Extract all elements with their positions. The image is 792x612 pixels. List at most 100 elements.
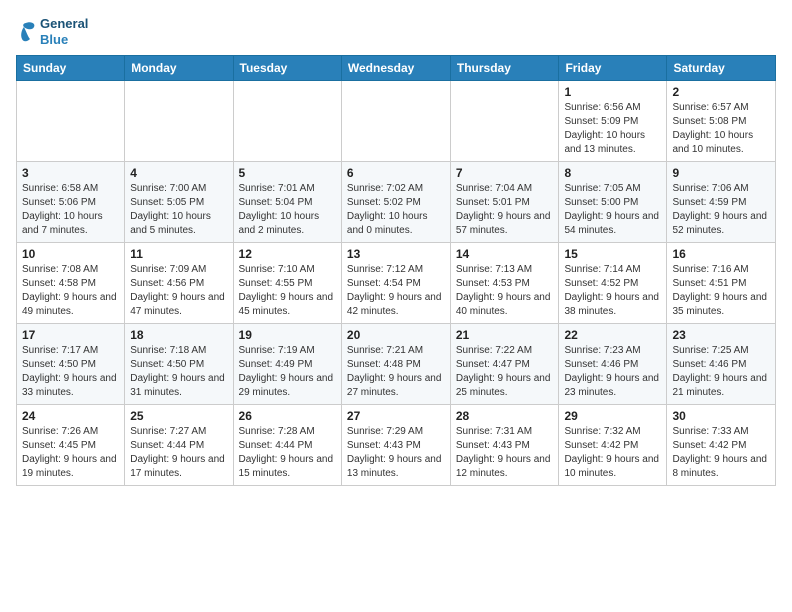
day-info: Sunrise: 7:21 AM Sunset: 4:48 PM Dayligh… xyxy=(347,344,445,400)
day-info: Sunrise: 7:12 AM Sunset: 4:54 PM Dayligh… xyxy=(347,263,445,319)
day-info: Sunrise: 7:06 AM Sunset: 4:59 PM Dayligh… xyxy=(672,182,770,238)
day-number: 9 xyxy=(672,166,770,180)
calendar-body: 1 Sunrise: 6:56 AM Sunset: 5:09 PM Daylig… xyxy=(17,81,776,486)
day-info: Sunrise: 7:28 AM Sunset: 4:44 PM Dayligh… xyxy=(239,425,336,481)
day-number: 18 xyxy=(130,328,227,342)
day-info: Sunrise: 7:16 AM Sunset: 4:51 PM Dayligh… xyxy=(672,263,770,319)
day-number: 17 xyxy=(22,328,119,342)
calendar-cell: 20Sunrise: 7:21 AM Sunset: 4:48 PM Dayli… xyxy=(341,324,450,405)
day-number: 8 xyxy=(564,166,661,180)
weekday-header: Friday xyxy=(559,56,667,81)
weekday-header: Thursday xyxy=(450,56,559,81)
calendar-cell: 29Sunrise: 7:32 AM Sunset: 4:42 PM Dayli… xyxy=(559,405,667,486)
day-info: Sunrise: 7:31 AM Sunset: 4:43 PM Dayligh… xyxy=(456,425,554,481)
calendar-table: SundayMondayTuesdayWednesdayThursdayFrid… xyxy=(16,55,776,486)
calendar-cell: 25 Sunrise: 7:27 AM Sunset: 4:44 PM Dayli… xyxy=(125,405,233,486)
calendar-cell: 13 Sunrise: 7:12 AM Sunset: 4:54 PM Dayli… xyxy=(341,243,450,324)
day-info: Sunrise: 7:23 AM Sunset: 4:46 PM Dayligh… xyxy=(564,344,661,400)
weekday-header: Saturday xyxy=(667,56,776,81)
day-number: 10 xyxy=(22,247,119,261)
day-info: Sunrise: 7:04 AM Sunset: 5:01 PM Dayligh… xyxy=(456,182,554,238)
calendar-cell: 6 Sunrise: 7:02 AM Sunset: 5:02 PM Daylig… xyxy=(341,162,450,243)
calendar-cell: 7Sunrise: 7:04 AM Sunset: 5:01 PM Daylig… xyxy=(450,162,559,243)
day-number: 26 xyxy=(239,409,336,423)
calendar-week-row: 17 Sunrise: 7:17 AM Sunset: 4:50 PM Dayli… xyxy=(17,324,776,405)
day-number: 3 xyxy=(22,166,119,180)
calendar-cell: 23 Sunrise: 7:25 AM Sunset: 4:46 PM Dayli… xyxy=(667,324,776,405)
calendar-cell: 3 Sunrise: 6:58 AM Sunset: 5:06 PM Daylig… xyxy=(17,162,125,243)
day-info: Sunrise: 7:19 AM Sunset: 4:49 PM Dayligh… xyxy=(239,344,336,400)
day-number: 22 xyxy=(564,328,661,342)
calendar-week-row: 24 Sunrise: 7:26 AM Sunset: 4:45 PM Dayli… xyxy=(17,405,776,486)
calendar-cell: 11 Sunrise: 7:09 AM Sunset: 4:56 PM Dayli… xyxy=(125,243,233,324)
calendar-cell: 30Sunrise: 7:33 AM Sunset: 4:42 PM Dayli… xyxy=(667,405,776,486)
day-number: 4 xyxy=(130,166,227,180)
calendar-cell: 2 Sunrise: 6:57 AM Sunset: 5:08 PM Daylig… xyxy=(667,81,776,162)
logo-line1: General xyxy=(40,16,88,32)
day-info: Sunrise: 7:18 AM Sunset: 4:50 PM Dayligh… xyxy=(130,344,227,400)
day-number: 16 xyxy=(672,247,770,261)
day-number: 28 xyxy=(456,409,554,423)
calendar-cell: 10Sunrise: 7:08 AM Sunset: 4:58 PM Dayli… xyxy=(17,243,125,324)
logo-line2: Blue xyxy=(40,32,88,48)
calendar-cell: 14 Sunrise: 7:13 AM Sunset: 4:53 PM Dayli… xyxy=(450,243,559,324)
calendar-cell: 9 Sunrise: 7:06 AM Sunset: 4:59 PM Daylig… xyxy=(667,162,776,243)
weekday-header: Tuesday xyxy=(233,56,341,81)
calendar-cell: 17 Sunrise: 7:17 AM Sunset: 4:50 PM Dayli… xyxy=(17,324,125,405)
day-number: 1 xyxy=(564,85,661,99)
day-number: 14 xyxy=(456,247,554,261)
day-number: 19 xyxy=(239,328,336,342)
day-info: Sunrise: 7:14 AM Sunset: 4:52 PM Dayligh… xyxy=(564,263,661,319)
day-info: Sunrise: 6:56 AM Sunset: 5:09 PM Dayligh… xyxy=(564,101,661,157)
day-info: Sunrise: 7:26 AM Sunset: 4:45 PM Dayligh… xyxy=(22,425,119,481)
day-info: Sunrise: 7:13 AM Sunset: 4:53 PM Dayligh… xyxy=(456,263,554,319)
day-number: 29 xyxy=(564,409,661,423)
day-number: 15 xyxy=(564,247,661,261)
day-info: Sunrise: 7:29 AM Sunset: 4:43 PM Dayligh… xyxy=(347,425,445,481)
day-number: 21 xyxy=(456,328,554,342)
logo: General Blue xyxy=(16,16,88,47)
calendar-cell: 24 Sunrise: 7:26 AM Sunset: 4:45 PM Dayli… xyxy=(17,405,125,486)
calendar-cell: 22 Sunrise: 7:23 AM Sunset: 4:46 PM Dayli… xyxy=(559,324,667,405)
logo-bird-icon xyxy=(16,21,36,43)
calendar-cell xyxy=(125,81,233,162)
calendar-cell xyxy=(233,81,341,162)
day-info: Sunrise: 7:22 AM Sunset: 4:47 PM Dayligh… xyxy=(456,344,554,400)
calendar-week-row: 10Sunrise: 7:08 AM Sunset: 4:58 PM Dayli… xyxy=(17,243,776,324)
day-info: Sunrise: 7:02 AM Sunset: 5:02 PM Dayligh… xyxy=(347,182,445,238)
day-info: Sunrise: 6:57 AM Sunset: 5:08 PM Dayligh… xyxy=(672,101,770,157)
day-number: 30 xyxy=(672,409,770,423)
day-info: Sunrise: 6:58 AM Sunset: 5:06 PM Dayligh… xyxy=(22,182,119,238)
calendar-cell: 4Sunrise: 7:00 AM Sunset: 5:05 PM Daylig… xyxy=(125,162,233,243)
day-info: Sunrise: 7:01 AM Sunset: 5:04 PM Dayligh… xyxy=(239,182,336,238)
calendar-week-row: 1 Sunrise: 6:56 AM Sunset: 5:09 PM Daylig… xyxy=(17,81,776,162)
weekday-header: Wednesday xyxy=(341,56,450,81)
day-number: 6 xyxy=(347,166,445,180)
day-number: 2 xyxy=(672,85,770,99)
day-number: 5 xyxy=(239,166,336,180)
day-number: 13 xyxy=(347,247,445,261)
day-number: 24 xyxy=(22,409,119,423)
day-info: Sunrise: 7:25 AM Sunset: 4:46 PM Dayligh… xyxy=(672,344,770,400)
day-number: 23 xyxy=(672,328,770,342)
calendar-cell: 26 Sunrise: 7:28 AM Sunset: 4:44 PM Dayli… xyxy=(233,405,341,486)
calendar-cell: 16 Sunrise: 7:16 AM Sunset: 4:51 PM Dayli… xyxy=(667,243,776,324)
day-number: 11 xyxy=(130,247,227,261)
day-info: Sunrise: 7:17 AM Sunset: 4:50 PM Dayligh… xyxy=(22,344,119,400)
day-info: Sunrise: 7:27 AM Sunset: 4:44 PM Dayligh… xyxy=(130,425,227,481)
day-info: Sunrise: 7:09 AM Sunset: 4:56 PM Dayligh… xyxy=(130,263,227,319)
calendar-cell: 8 Sunrise: 7:05 AM Sunset: 5:00 PM Daylig… xyxy=(559,162,667,243)
calendar-cell xyxy=(17,81,125,162)
calendar-cell: 21 Sunrise: 7:22 AM Sunset: 4:47 PM Dayli… xyxy=(450,324,559,405)
calendar-header: SundayMondayTuesdayWednesdayThursdayFrid… xyxy=(17,56,776,81)
calendar-cell: 18 Sunrise: 7:18 AM Sunset: 4:50 PM Dayli… xyxy=(125,324,233,405)
calendar-cell: 19 Sunrise: 7:19 AM Sunset: 4:49 PM Dayli… xyxy=(233,324,341,405)
weekday-header: Monday xyxy=(125,56,233,81)
day-number: 25 xyxy=(130,409,227,423)
day-info: Sunrise: 7:05 AM Sunset: 5:00 PM Dayligh… xyxy=(564,182,661,238)
day-info: Sunrise: 7:10 AM Sunset: 4:55 PM Dayligh… xyxy=(239,263,336,319)
calendar-cell: 5 Sunrise: 7:01 AM Sunset: 5:04 PM Daylig… xyxy=(233,162,341,243)
weekday-header: Sunday xyxy=(17,56,125,81)
calendar-cell: 15 Sunrise: 7:14 AM Sunset: 4:52 PM Dayli… xyxy=(559,243,667,324)
day-number: 12 xyxy=(239,247,336,261)
